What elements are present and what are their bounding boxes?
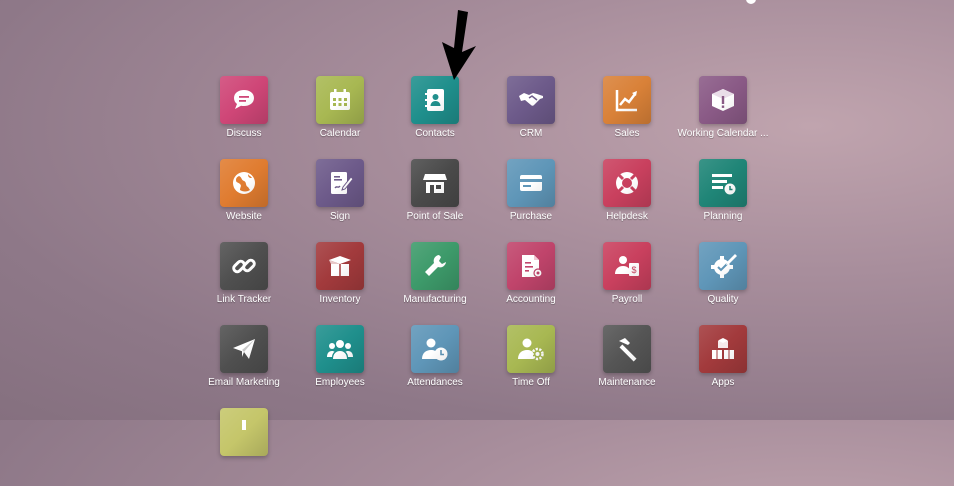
app-tile-icon-box [603, 159, 651, 207]
paper-plane-icon [233, 339, 255, 359]
app-tile-icon-box [220, 76, 268, 124]
globe-icon [233, 172, 255, 194]
user-gear-icon [518, 338, 544, 361]
credit-card-icon [520, 175, 542, 191]
app-tile-email-marketing[interactable]: Email Marketing [196, 325, 292, 403]
app-tile-website[interactable]: Website [196, 159, 292, 237]
app-tile-point-of-sale[interactable]: Point of Sale [387, 159, 483, 237]
app-tile-icon-box [507, 325, 555, 373]
svg-text:$: $ [631, 265, 636, 275]
app-label: Planning [703, 211, 743, 222]
app-tile-contacts[interactable]: Contacts [387, 76, 483, 154]
app-tile-icon-box [699, 76, 747, 124]
app-tile-icon-box [316, 325, 364, 373]
app-tile-sign[interactable]: Sign [292, 159, 388, 237]
chat-bubble-icon [234, 90, 254, 109]
app-tile-crm[interactable]: CRM [483, 76, 579, 154]
app-tile-icon-box [507, 242, 555, 290]
app-tile-icon-box [699, 159, 747, 207]
annotation-arrow-icon [442, 10, 476, 80]
app-tile-icon-box [316, 242, 364, 290]
app-tile-icon-box [411, 76, 459, 124]
app-tile-icon-box [316, 76, 364, 124]
users-group-icon [327, 340, 353, 359]
app-tile-accounting[interactable]: Accounting [483, 242, 579, 320]
app-tile-icon-box [507, 159, 555, 207]
link-icon [232, 258, 256, 274]
app-label: Working Calendar ... [677, 128, 769, 139]
app-tile-discuss[interactable]: Discuss [196, 76, 292, 154]
app-label: Apps [711, 377, 735, 388]
app-tile-icon-box [220, 408, 268, 456]
app-tile-calendar[interactable]: Calendar [292, 76, 388, 154]
app-tile-icon-box [603, 76, 651, 124]
app-tile-link-tracker[interactable]: Link Tracker [196, 242, 292, 320]
trending-chart-icon [615, 90, 637, 112]
app-tile-helpdesk[interactable]: Helpdesk [579, 159, 675, 237]
app-tile-icon-box [507, 76, 555, 124]
app-tile-icon-box [316, 159, 364, 207]
app-tile-time-off[interactable]: Time Off [483, 325, 579, 403]
app-tile-working-calendar[interactable]: Working Calendar ... [675, 76, 771, 154]
user-clock-icon [422, 338, 448, 361]
sign-document-icon [331, 172, 354, 194]
open-box-icon [329, 256, 351, 276]
app-tile-purchase[interactable]: Purchase [483, 159, 579, 237]
app-tile-icon-box [411, 325, 459, 373]
invoice-gear-icon [522, 255, 543, 278]
app-tile-icon-box [411, 242, 459, 290]
storefront-icon [423, 174, 447, 193]
app-tile-employees[interactable]: Employees [292, 325, 388, 403]
quality-badge-icon [711, 254, 737, 278]
wrench-icon [425, 255, 446, 276]
handshake-icon [519, 93, 543, 106]
calendar-icon [330, 89, 350, 110]
app-tile-sales[interactable]: Sales [579, 76, 675, 154]
app-tile-attendances[interactable]: Attendances [387, 325, 483, 403]
app-tile-icon-box [220, 325, 268, 373]
app-tile-icon-box: $ [603, 242, 651, 290]
app-tile-icon-box [603, 325, 651, 373]
lifebuoy-icon [616, 172, 638, 194]
app-tile-payroll[interactable]: $ Payroll [579, 242, 675, 320]
hammer-icon [619, 338, 637, 362]
user-dollar-icon: $ [615, 256, 639, 276]
app-tile-icon-box [220, 242, 268, 290]
address-book-icon [425, 89, 444, 111]
app-tile-maintenance[interactable]: Maintenance [579, 325, 675, 403]
app-tile-icon-box [699, 325, 747, 373]
app-tile-icon-box [699, 242, 747, 290]
app-label: Quality [707, 294, 739, 305]
cubes-icon [712, 338, 734, 359]
app-tile-planning[interactable]: Planning [675, 159, 771, 237]
app-tile-manufacturing[interactable]: Manufacturing [387, 242, 483, 320]
partial-app-icon [242, 420, 246, 430]
app-tile-quality[interactable]: Quality [675, 242, 771, 320]
list-clock-icon [712, 174, 736, 195]
app-tile-inventory[interactable]: Inventory [292, 242, 388, 320]
cube-alert-icon [712, 89, 734, 111]
app-tile-apps[interactable]: Apps [675, 325, 771, 403]
app-tile-icon-box [411, 159, 459, 207]
app-tile-icon-box [220, 159, 268, 207]
